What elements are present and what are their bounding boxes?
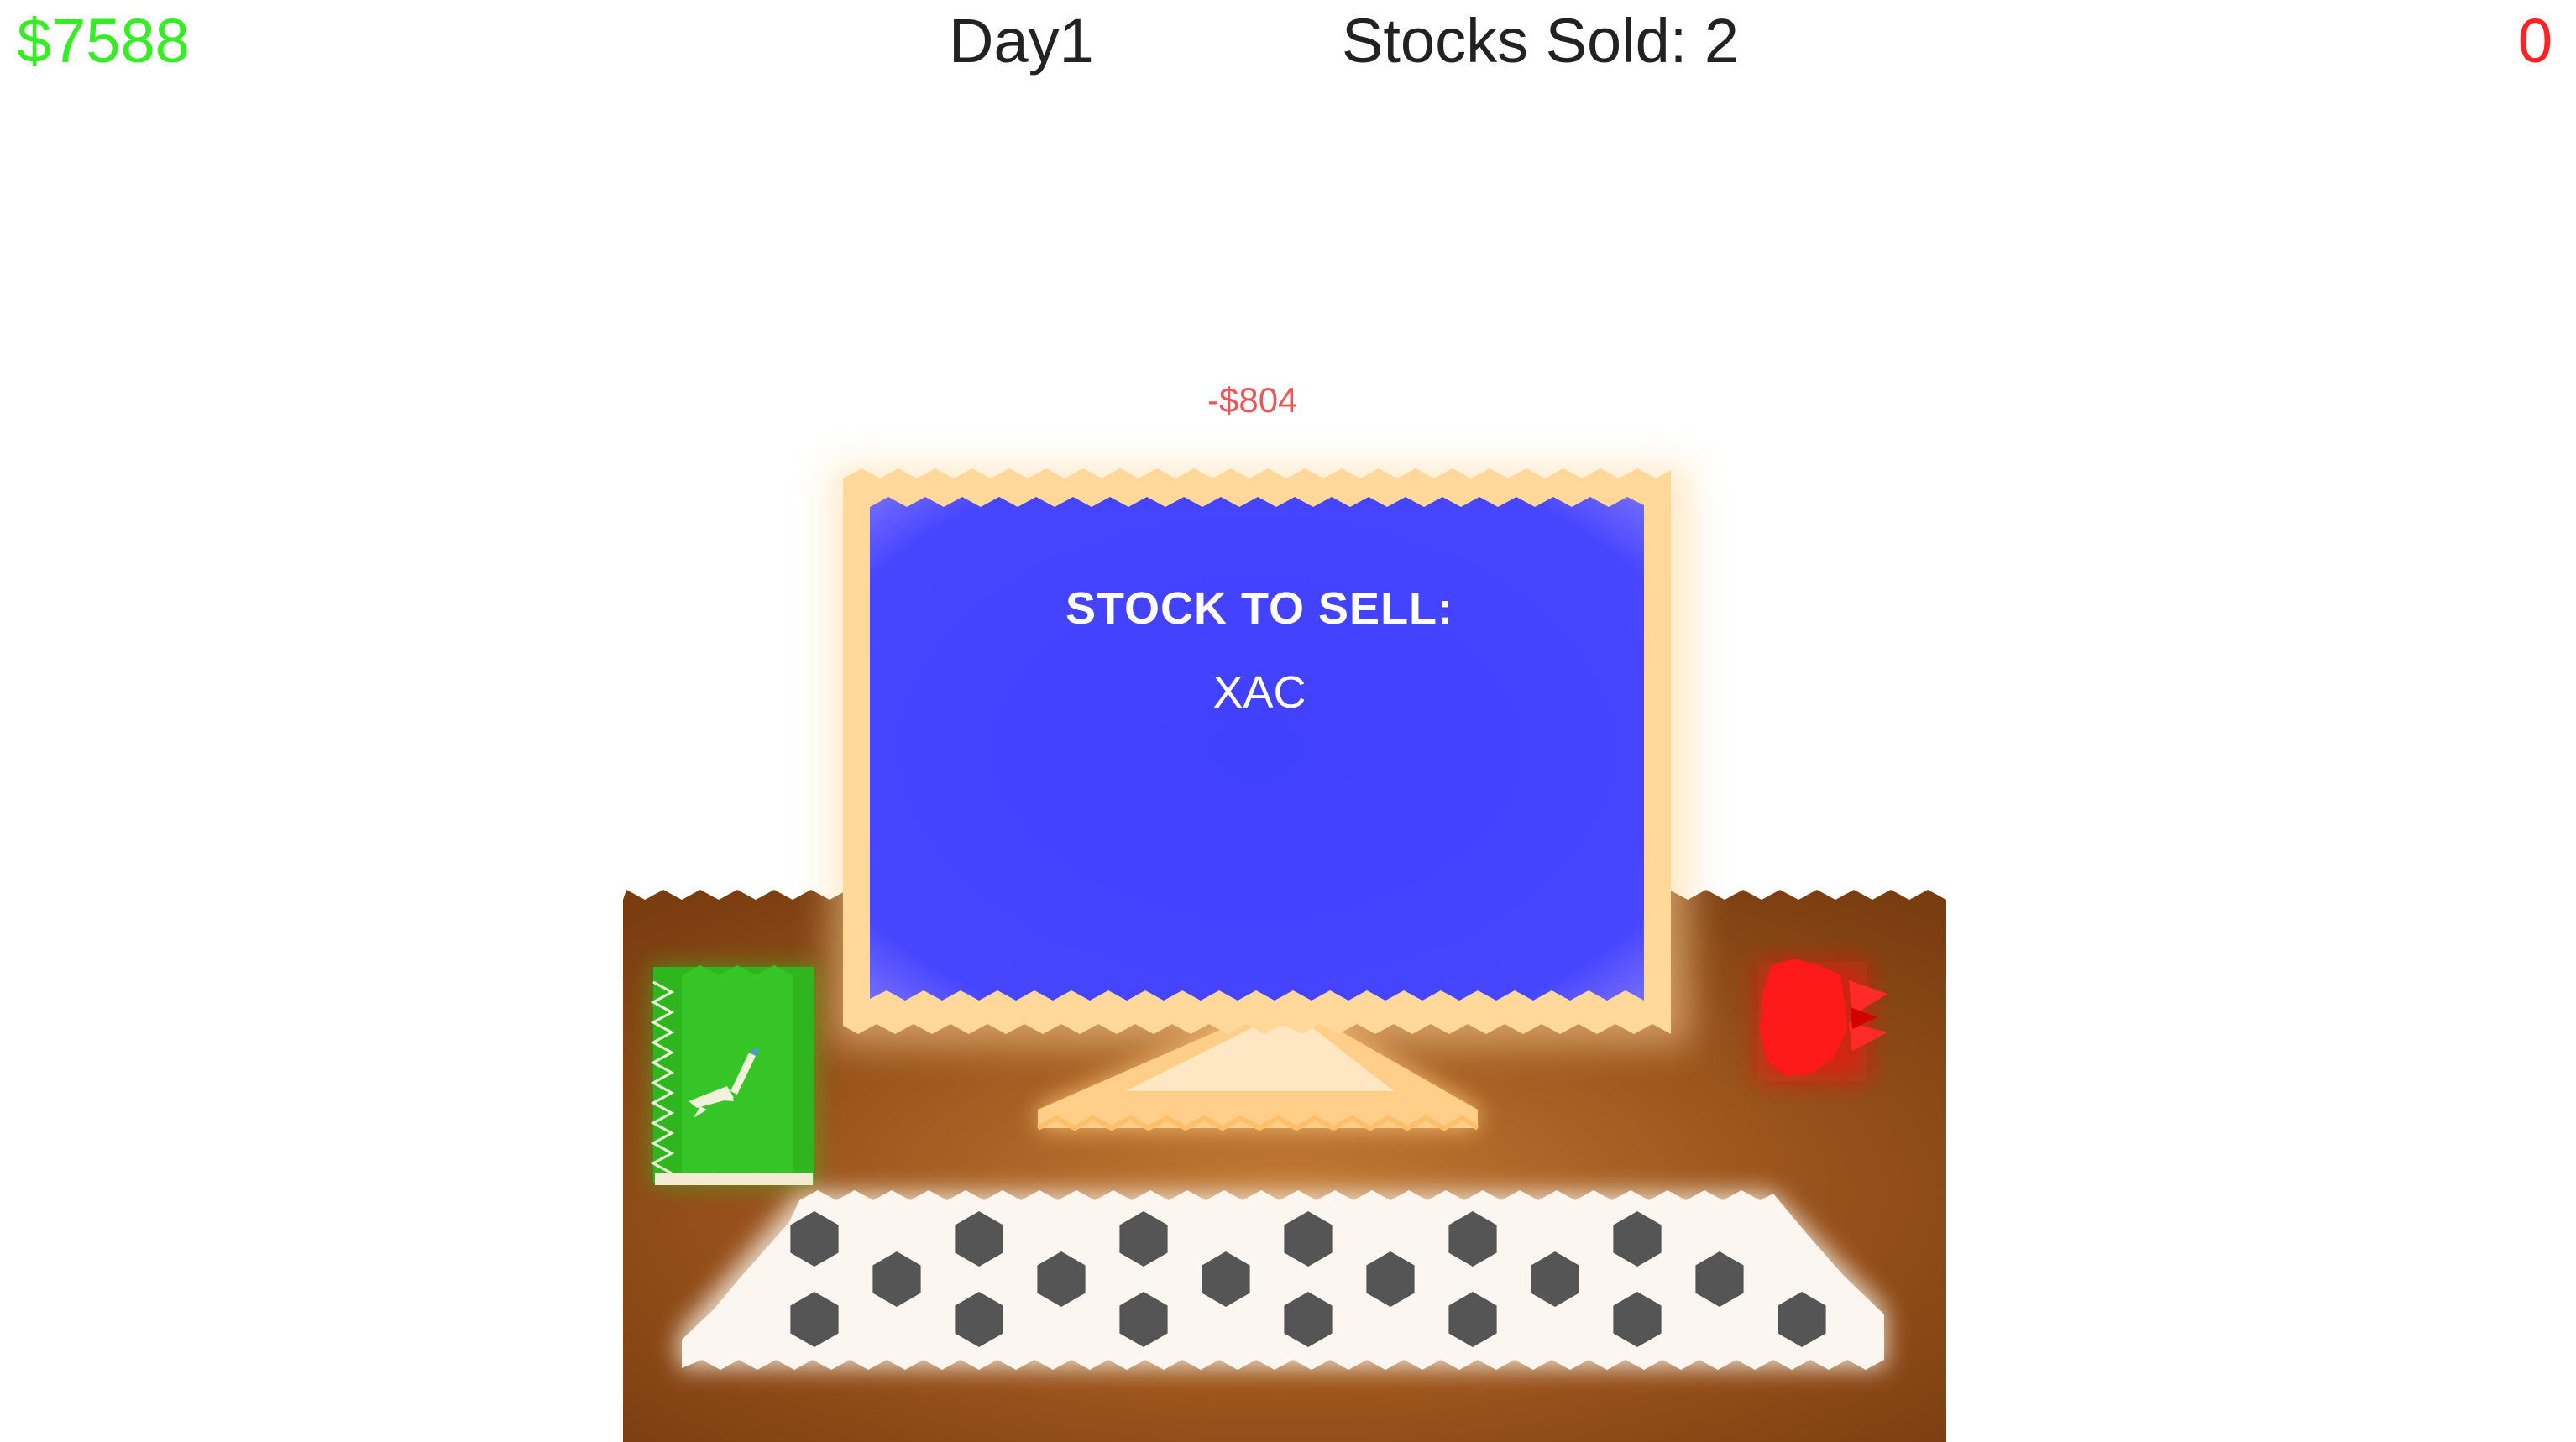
day-display: Day1 (949, 6, 1094, 76)
stocks-sold-display: Stocks Sold: 2 (1342, 6, 1740, 76)
trading-book[interactable] (650, 965, 816, 1185)
penalty-counter: 0 (2517, 6, 2552, 76)
game-stage: $7588 Day1 Stocks Sold: 2 0 -$804 STOCK … (0, 0, 2576, 1442)
monitor-screen (870, 497, 1644, 1001)
keyboard[interactable] (678, 1190, 1886, 1370)
office-scene (623, 467, 1946, 1442)
screen-title: STOCK TO SELL: (1065, 583, 1454, 634)
money-display: $7588 (17, 6, 190, 76)
money-change-popup: -$804 (1207, 380, 1298, 420)
stock-symbol: XAC (1212, 667, 1306, 718)
